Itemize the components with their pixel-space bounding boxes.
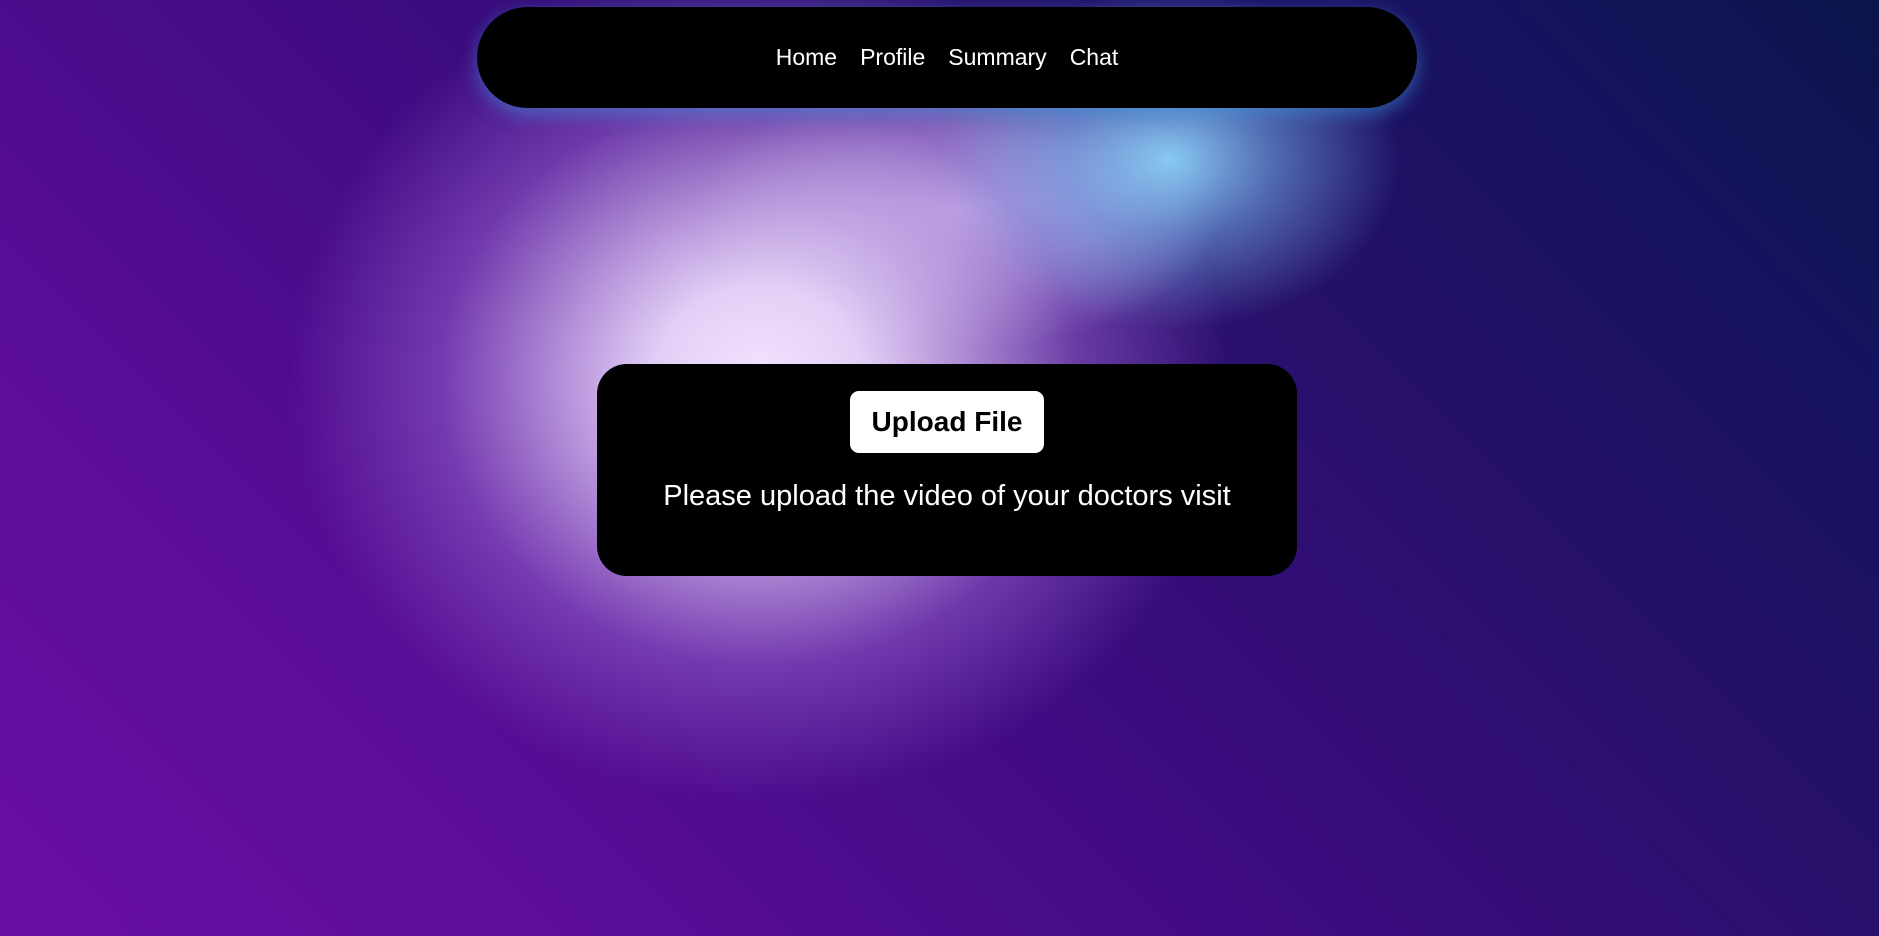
nav-link-summary[interactable]: Summary bbox=[948, 46, 1046, 69]
nav-link-home[interactable]: Home bbox=[776, 46, 837, 69]
nav-link-profile[interactable]: Profile bbox=[860, 46, 925, 69]
upload-card: Upload File Please upload the video of y… bbox=[597, 364, 1297, 576]
top-navbar: Home Profile Summary Chat bbox=[477, 7, 1417, 108]
nav-link-chat[interactable]: Chat bbox=[1070, 46, 1119, 69]
upload-file-button[interactable]: Upload File bbox=[849, 391, 1045, 453]
upload-instructions: Please upload the video of your doctors … bbox=[663, 480, 1231, 512]
